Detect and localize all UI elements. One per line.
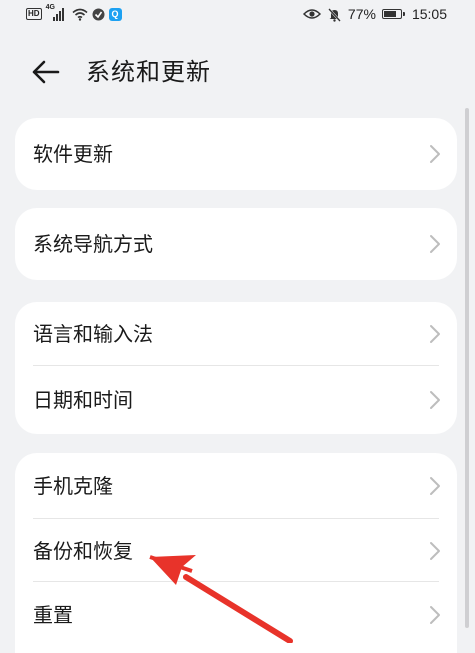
list-item-label: 手机克隆: [33, 474, 113, 498]
mute-icon: [328, 7, 341, 22]
battery-percent: 77%: [347, 6, 376, 22]
list-item-system-navigation[interactable]: 系统导航方式: [15, 208, 457, 280]
chevron-right-icon: [430, 145, 440, 163]
list-item-label: 重置: [33, 603, 73, 627]
settings-group-navigation: 系统导航方式: [15, 208, 457, 280]
chevron-right-icon: [430, 325, 440, 343]
settings-group-language-time: 语言和输入法 日期和时间: [15, 302, 457, 434]
list-item-label: 语言和输入法: [33, 322, 153, 346]
vpn-icon: [92, 8, 105, 20]
list-item-language-input[interactable]: 语言和输入法: [15, 302, 457, 366]
list-item-label: 备份和恢复: [33, 538, 133, 563]
list-item-backup-restore[interactable]: 备份和恢复: [15, 519, 457, 582]
settings-group-update: 软件更新: [15, 118, 457, 190]
scrollbar[interactable]: [465, 108, 469, 628]
status-bar: HD 4G Q 77% 15:05: [0, 0, 475, 34]
list-item-label: 软件更新: [33, 142, 113, 166]
header: 系统和更新: [0, 50, 475, 94]
list-item-software-update[interactable]: 软件更新: [15, 118, 457, 190]
settings-group-backup-reset: 手机克隆 备份和恢复 重置: [15, 453, 457, 653]
hd-icon: HD: [26, 8, 42, 20]
status-bar-left: HD 4G Q: [26, 4, 122, 21]
search-app-icon: Q: [108, 7, 122, 21]
signal-icon: 4G: [46, 4, 68, 21]
wifi-icon: [72, 8, 88, 21]
chevron-right-icon: [430, 606, 440, 624]
list-item-phone-clone[interactable]: 手机克隆: [15, 453, 457, 519]
status-bar-right: 77% 15:05: [302, 6, 447, 22]
page-title: 系统和更新: [86, 58, 211, 86]
list-item-label: 日期和时间: [33, 388, 133, 412]
chevron-right-icon: [430, 235, 440, 253]
chevron-right-icon: [430, 391, 440, 409]
chevron-right-icon: [430, 477, 440, 495]
list-item-date-time[interactable]: 日期和时间: [15, 366, 457, 434]
list-item-label: 系统导航方式: [33, 232, 153, 256]
chevron-right-icon: [430, 541, 440, 560]
back-button[interactable]: [30, 56, 64, 88]
battery-icon: [381, 9, 405, 19]
arrow-left-icon: [32, 60, 60, 84]
clock: 15:05: [411, 6, 447, 22]
list-item-reset[interactable]: 重置: [15, 582, 457, 648]
eye-icon: [302, 9, 321, 19]
